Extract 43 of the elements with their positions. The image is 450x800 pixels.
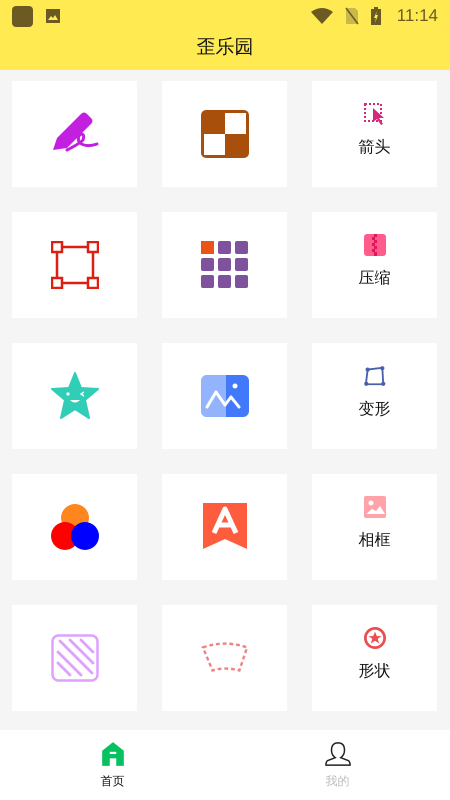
wifi-icon — [310, 8, 333, 24]
app-title: 歪乐园 — [196, 35, 254, 60]
letter-bookmark-icon — [200, 503, 248, 551]
nav-tab[interactable]: 首页 — [0, 730, 225, 800]
tool-label: 压缩 — [358, 268, 390, 288]
tool-tile[interactable] — [162, 212, 287, 318]
tool-tile[interactable]: 形状 — [312, 605, 437, 711]
cursor-selection-icon — [364, 102, 386, 124]
bounding-box-icon — [50, 241, 98, 289]
checkerboard-icon — [200, 110, 248, 158]
image-icon — [200, 372, 248, 420]
tool-label: 形状 — [358, 660, 390, 682]
tool-tile[interactable] — [12, 474, 137, 580]
circles-icon — [50, 503, 98, 551]
smiling-star-icon — [50, 372, 98, 420]
image-icon — [45, 8, 61, 24]
no-sim-icon — [344, 7, 359, 25]
tool-tile[interactable] — [162, 605, 287, 711]
hatched-square-icon — [50, 634, 98, 682]
zip-file-icon — [364, 234, 386, 256]
tool-tile[interactable]: 压缩 — [312, 212, 437, 318]
home-icon — [100, 740, 126, 766]
tool-tile[interactable] — [12, 605, 137, 711]
tool-tile[interactable] — [162, 81, 287, 187]
tool-label: 变形 — [358, 398, 390, 420]
app-icon — [12, 6, 33, 26]
clock-time: 11:14 — [396, 6, 438, 26]
tool-tile[interactable] — [12, 81, 137, 187]
tool-label: 相框 — [358, 530, 390, 550]
tool-label: 箭头 — [358, 136, 390, 158]
grid-icon — [200, 241, 248, 289]
tool-tile[interactable]: 箭头 — [312, 81, 437, 187]
star-badge-icon — [364, 626, 386, 648]
tool-tile[interactable] — [162, 474, 287, 580]
tool-tile[interactable] — [12, 212, 137, 318]
tool-tile[interactable]: 变形 — [312, 343, 437, 449]
photo-icon — [364, 496, 386, 518]
tool-tile[interactable] — [12, 343, 137, 449]
tool-tile[interactable]: 相框 — [312, 474, 437, 580]
battery-icon — [370, 7, 381, 25]
user-icon — [324, 740, 350, 766]
quadrilateral-icon — [364, 364, 386, 386]
tool-tile[interactable] — [162, 343, 287, 449]
